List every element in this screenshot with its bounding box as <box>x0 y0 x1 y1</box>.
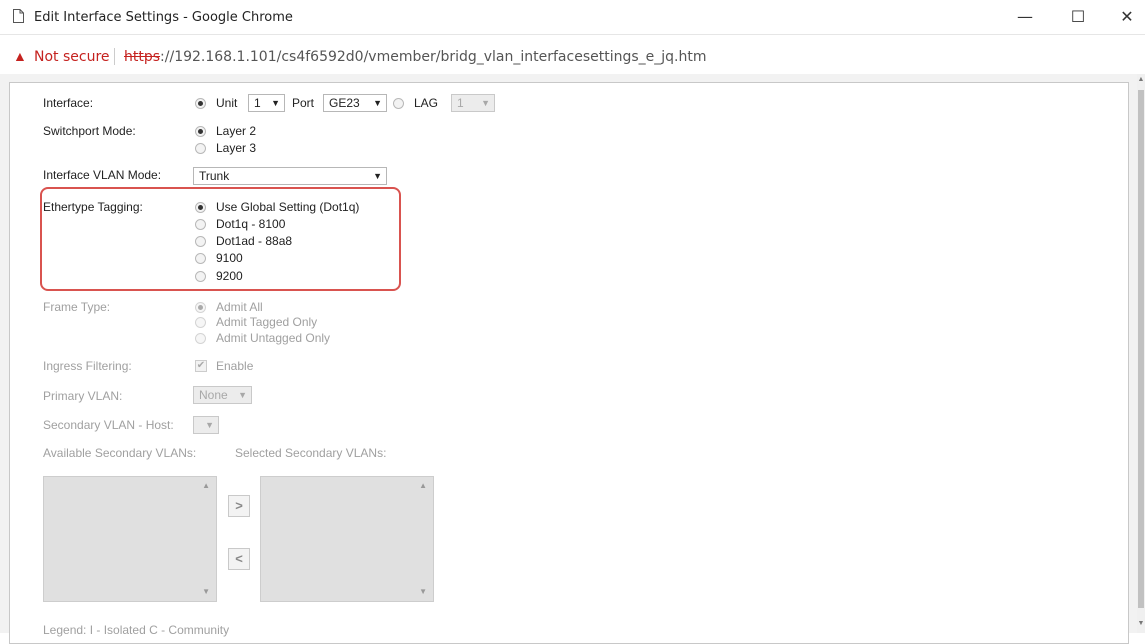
scrollbar[interactable]: ▲ ▼ <box>1137 74 1145 633</box>
primary-vlan-value: None <box>199 388 228 402</box>
window-titlebar: Edit Interface Settings - Google Chrome … <box>0 0 1145 35</box>
ethertype-global-label: Use Global Setting (Dot1q) <box>216 200 360 214</box>
lag-value: 1 <box>457 96 464 110</box>
address-bar[interactable]: ▲ Not secure https://192.168.1.101/cs4f6… <box>0 43 1145 71</box>
unit-select[interactable]: 1 ▼ <box>248 94 285 112</box>
ethertype-dot1q-label: Dot1q - 8100 <box>216 217 286 231</box>
ethertype-9200-label: 9200 <box>216 269 243 283</box>
layer2-label: Layer 2 <box>216 124 257 138</box>
switchport-label: Switchport Mode: <box>43 124 136 138</box>
scroll-down-icon[interactable]: ▼ <box>419 587 427 596</box>
secondary-host-select[interactable]: ▼ <box>193 416 219 434</box>
admit-all-label: Admit All <box>216 300 263 314</box>
scroll-up-icon[interactable]: ▲ <box>419 481 427 490</box>
admit-untagged-label: Admit Untagged Only <box>216 331 331 345</box>
layer3-label: Layer 3 <box>216 141 257 155</box>
admit-tagged-radio[interactable] <box>195 317 206 328</box>
minimize-button[interactable]: — <box>1005 4 1045 30</box>
ingress-enable-label: Enable <box>216 359 254 373</box>
vlan-mode-value: Trunk <box>199 169 230 183</box>
maximize-button[interactable]: ☐ <box>1058 4 1098 30</box>
admit-tagged-label: Admit Tagged Only <box>216 315 318 329</box>
window-title: Edit Interface Settings - Google Chrome <box>34 10 293 25</box>
ethertype-dot1ad-radio[interactable] <box>195 236 206 247</box>
lag-label: LAG <box>414 96 439 110</box>
scroll-down-icon[interactable]: ▼ <box>1137 620 1145 630</box>
lag-select[interactable]: 1 ▼ <box>451 94 495 112</box>
ethertype-9100-radio[interactable] <box>195 253 206 264</box>
ethertype-dot1ad-label: Dot1ad - 88a8 <box>216 234 293 248</box>
scroll-up-icon[interactable]: ▲ <box>1137 76 1145 86</box>
check-icon[interactable]: ✔ <box>195 360 207 372</box>
chevron-down-icon: ▼ <box>481 98 490 108</box>
chevron-down-icon: ▼ <box>238 390 247 400</box>
port-label: Port <box>292 96 315 110</box>
page-icon <box>13 9 24 23</box>
selected-vlans-label: Selected Secondary VLANs: <box>235 446 387 460</box>
layer2-radio[interactable] <box>195 126 206 137</box>
move-right-button[interactable]: > <box>228 495 250 517</box>
scroll-down-icon[interactable]: ▼ <box>202 587 210 596</box>
admit-all-radio[interactable] <box>195 302 206 313</box>
unit-radio[interactable] <box>195 98 206 109</box>
url-path: ://192.168.1.101/cs4f6592d0/vmember/brid… <box>160 49 707 65</box>
ethertype-global-radio[interactable] <box>195 202 206 213</box>
port-select[interactable]: GE23 ▼ <box>323 94 387 112</box>
vlan-mode-select[interactable]: Trunk ▼ <box>193 167 387 185</box>
frame-type-label: Frame Type: <box>43 300 111 314</box>
legend-text: Legend: I - Isolated C - Community <box>43 623 230 637</box>
admit-untagged-radio[interactable] <box>195 333 206 344</box>
secondary-host-label: Secondary VLAN - Host: <box>43 418 174 432</box>
layer3-radio[interactable] <box>195 143 206 154</box>
divider <box>114 48 115 65</box>
url-text[interactable]: https://192.168.1.101/cs4f6592d0/vmember… <box>124 49 707 65</box>
available-vlans-label: Available Secondary VLANs: <box>43 446 197 460</box>
chevron-down-icon: ▼ <box>373 171 382 181</box>
chevron-down-icon: ▼ <box>271 98 280 108</box>
chevron-down-icon: ▼ <box>205 420 214 430</box>
warning-icon: ▲ <box>13 48 27 64</box>
vlan-mode-label: Interface VLAN Mode: <box>43 168 162 182</box>
available-vlans-list[interactable]: ▲ ▼ <box>43 476 217 602</box>
url-protocol: https <box>124 49 161 65</box>
security-status[interactable]: Not secure <box>34 49 110 65</box>
chevron-down-icon: ▼ <box>373 98 382 108</box>
primary-vlan-select[interactable]: None ▼ <box>193 386 252 404</box>
ethertype-9100-label: 9100 <box>216 251 243 265</box>
move-left-button[interactable]: < <box>228 548 250 570</box>
unit-label: Unit <box>216 96 238 110</box>
close-button[interactable]: ✕ <box>1107 4 1145 30</box>
scroll-thumb[interactable] <box>1138 90 1144 608</box>
primary-vlan-label: Primary VLAN: <box>43 389 123 403</box>
unit-value: 1 <box>254 96 261 110</box>
ethertype-dot1q-radio[interactable] <box>195 219 206 230</box>
ethertype-9200-radio[interactable] <box>195 271 206 282</box>
lag-radio[interactable] <box>393 98 404 109</box>
port-value: GE23 <box>329 96 360 110</box>
interface-label: Interface: <box>43 96 94 110</box>
ingress-label: Ingress Filtering: <box>43 359 132 373</box>
scroll-up-icon[interactable]: ▲ <box>202 481 210 490</box>
ethertype-label: Ethertype Tagging: <box>43 200 143 214</box>
selected-vlans-list[interactable]: ▲ ▼ <box>260 476 434 602</box>
